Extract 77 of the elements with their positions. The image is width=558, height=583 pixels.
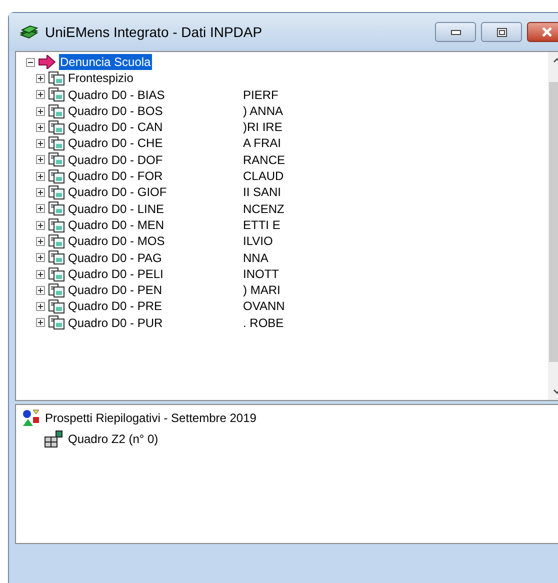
tree-item[interactable]: Quadro D0 - GIOF (68, 184, 240, 201)
tree-item-name: PIERF (243, 86, 278, 103)
tree-item[interactable]: Quadro D0 - PUR (68, 314, 240, 332)
tree-item-name: CLAUD (243, 168, 284, 184)
tree-item[interactable]: Quadro D0 - BOS (68, 102, 240, 120)
summary-title[interactable]: Prospetti Riepilogativi - Settembre 2019 (45, 409, 256, 427)
tree-item-name: ILVIO (243, 233, 273, 250)
tree-item-name: NNA (243, 250, 268, 266)
tree-item-name: NCENZ (243, 200, 284, 217)
documents-icon (48, 70, 65, 86)
expand-icon[interactable] (36, 286, 45, 295)
expand-icon[interactable] (36, 172, 45, 181)
tree-item-name: A FRAI (243, 135, 282, 152)
expand-icon[interactable] (36, 236, 45, 246)
tree-item[interactable]: Quadro D0 - PRE (68, 298, 240, 315)
tree-item[interactable]: Quadro D0 - FOR (68, 168, 240, 184)
minimize-button[interactable] (435, 22, 476, 42)
window-title: UniEMens Integrato - Dati INPDAP (45, 22, 262, 42)
close-button[interactable] (527, 22, 558, 42)
documents-icon (48, 282, 65, 298)
tree-item[interactable]: Denuncia Scuola (59, 54, 152, 70)
close-icon (542, 27, 552, 37)
documents-icon (48, 168, 65, 184)
collapse-icon[interactable] (26, 58, 35, 67)
tree-item-name: RANCE (243, 152, 286, 168)
expand-icon[interactable] (36, 220, 45, 230)
documents-icon (48, 201, 65, 216)
documents-icon (48, 234, 65, 249)
documents-icon (48, 152, 65, 168)
tree-item[interactable]: Quadro D0 - MEN (68, 216, 240, 234)
tree-item-name: ) ANNA (243, 102, 284, 120)
tree-item[interactable]: Quadro D0 - DOF (68, 152, 240, 168)
documents-icon (48, 250, 65, 266)
expand-icon[interactable] (36, 270, 45, 278)
expand-icon[interactable] (36, 204, 45, 214)
tree-item[interactable]: Quadro D0 - LINE (68, 200, 240, 217)
tree-item[interactable]: Quadro D0 - MOS (68, 233, 240, 250)
tree-item-name: ETTI E (243, 216, 280, 234)
tree-item-name: ) MARI (243, 282, 280, 298)
documents-icon (48, 87, 65, 102)
tree-item-name: )RI IRE (243, 119, 282, 136)
summary-item[interactable]: Quadro Z2 (n° 0) (68, 430, 158, 448)
documents-icon (48, 136, 65, 152)
shapes-icon (22, 409, 40, 427)
minimize-icon (450, 30, 460, 34)
documents-icon (48, 315, 65, 330)
arrow-icon (38, 55, 56, 70)
expand-icon[interactable] (36, 155, 45, 164)
documents-icon (48, 218, 65, 233)
tree-item[interactable]: Quadro D0 - BIAS (68, 86, 240, 103)
tree-item-name: OVANN (243, 298, 285, 315)
expand-icon[interactable] (36, 318, 45, 328)
expand-icon[interactable] (36, 253, 45, 262)
tree-item[interactable]: Quadro D0 - CAN (68, 119, 240, 136)
expand-icon[interactable] (36, 74, 45, 83)
tree-item[interactable]: Quadro D0 - PAG (68, 250, 240, 266)
expand-icon[interactable] (36, 302, 45, 312)
documents-icon (48, 104, 65, 119)
tree-item-name: . ROBE (243, 314, 284, 332)
expand-icon[interactable] (36, 139, 45, 148)
documents-icon (48, 185, 65, 200)
cubes-icon (44, 430, 64, 448)
tree-item-name: II SANI (243, 184, 282, 201)
maximize-button[interactable] (481, 22, 522, 42)
tree-item[interactable]: Quadro D0 - PELI (68, 266, 240, 282)
expand-icon[interactable] (36, 188, 45, 198)
maximize-icon (496, 28, 506, 36)
expand-icon[interactable] (36, 106, 45, 116)
documents-icon (48, 120, 65, 135)
tree-item-name: INOTT (243, 266, 279, 282)
tree-item[interactable]: Frontespizio (68, 70, 240, 87)
expand-icon[interactable] (36, 90, 45, 100)
expand-icon[interactable] (36, 122, 45, 132)
tree-item[interactable]: Quadro D0 - CHE (68, 135, 240, 152)
documents-icon (48, 299, 65, 314)
tree-item[interactable]: Quadro D0 - PEN (68, 282, 240, 298)
documents-icon (48, 266, 65, 282)
